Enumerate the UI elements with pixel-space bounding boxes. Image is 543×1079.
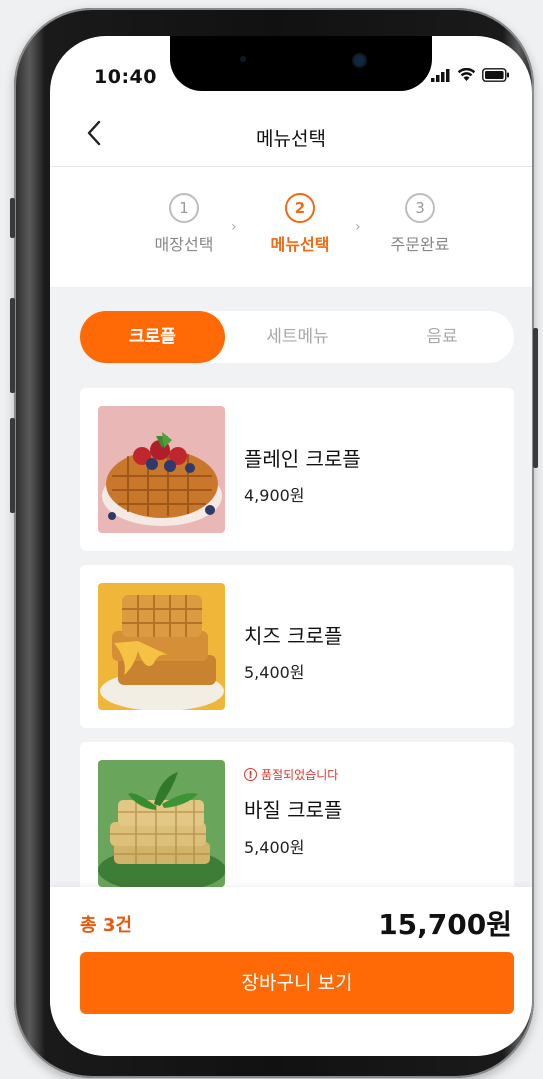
alert-icon: ! — [244, 768, 257, 781]
soldout-text: 품절되었습니다 — [261, 768, 339, 782]
step-2: 2 메뉴선택 — [260, 193, 340, 255]
step-label: 메뉴선택 — [270, 235, 330, 254]
battery-icon — [482, 68, 509, 82]
step-label: 매장선택 — [154, 235, 214, 254]
status-icons — [431, 68, 510, 82]
chevron-right-icon: › — [355, 219, 361, 235]
signal-icon — [431, 68, 450, 82]
camera-icon — [354, 55, 365, 66]
cheese-croffle-image — [98, 583, 225, 710]
phone-screen: 10:40 메뉴선택 1 매장선택 › 2 메뉴선택 › 3 주문완료 크로플 … — [50, 36, 532, 1056]
cart-footer: 총 3건 15,700원 장바구니 보기 — [50, 887, 532, 1056]
step-label: 주문완료 — [390, 235, 450, 254]
phone-frame: 10:40 메뉴선택 1 매장선택 › 2 메뉴선택 › 3 주문완료 크로플 … — [10, 8, 538, 1078]
plain-croffle-image — [98, 406, 225, 533]
view-cart-button[interactable]: 장바구니 보기 — [80, 952, 514, 1014]
total-price: 15,700원 — [378, 908, 512, 941]
soldout-notice: ! 품절되었습니다 — [244, 766, 338, 783]
step-number: 3 — [405, 193, 435, 223]
tab-set-menu[interactable]: 세트메뉴 — [225, 311, 370, 363]
menu-item-price: 5,400원 — [244, 838, 305, 857]
status-time: 10:40 — [94, 66, 157, 88]
tab-drinks[interactable]: 음료 — [370, 311, 514, 363]
chevron-right-icon: › — [231, 219, 237, 235]
basil-croffle-image — [98, 760, 225, 887]
menu-content: 크로플 세트메뉴 음료 플레인 크로플 4,900원 치즈 크로플 5,400원… — [50, 287, 532, 892]
category-tabs: 크로플 세트메뉴 음료 — [80, 311, 514, 363]
power-button — [533, 328, 538, 468]
notch — [170, 36, 432, 91]
order-steps: 1 매장선택 › 2 메뉴선택 › 3 주문완료 — [50, 167, 532, 287]
volume-down-button — [10, 418, 15, 513]
menu-item-name: 플레인 크로플 — [244, 447, 361, 471]
step-1: 1 매장선택 — [144, 193, 224, 255]
mute-switch — [10, 198, 15, 238]
menu-item-name: 바질 크로플 — [244, 798, 343, 822]
menu-item-cheese-croffle[interactable]: 치즈 크로플 5,400원 — [80, 565, 514, 728]
menu-item-price: 4,900원 — [244, 486, 305, 505]
menu-item-price: 5,400원 — [244, 663, 305, 682]
item-count: 총 3건 — [80, 915, 132, 936]
menu-item-plain-croffle[interactable]: 플레인 크로플 4,900원 — [80, 388, 514, 551]
menu-item-name: 치즈 크로플 — [244, 624, 343, 648]
volume-up-button — [10, 298, 15, 393]
sensor-dot — [240, 56, 246, 62]
header: 메뉴선택 — [50, 106, 532, 166]
page-title: 메뉴선택 — [256, 128, 326, 150]
tab-croffle[interactable]: 크로플 — [80, 311, 225, 363]
menu-item-basil-croffle[interactable]: ! 품절되었습니다 바질 크로플 5,400원 — [80, 742, 514, 892]
step-number: 1 — [169, 193, 199, 223]
wifi-icon — [457, 68, 476, 81]
step-3: 3 주문완료 — [380, 193, 460, 255]
step-number: 2 — [285, 193, 315, 223]
